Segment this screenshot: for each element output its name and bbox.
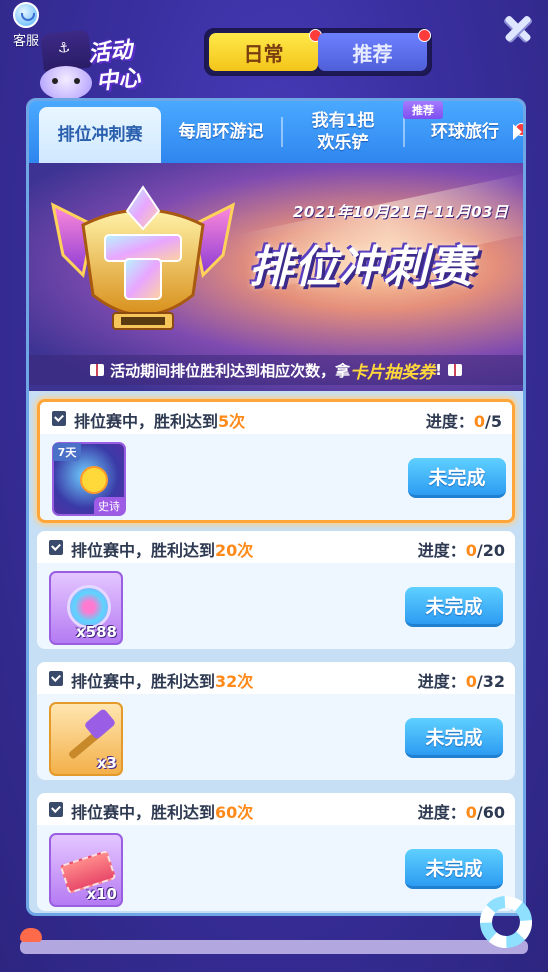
task-progress: 进度：0/32	[417, 672, 505, 691]
swim-ring-icon	[480, 896, 532, 948]
close-icon[interactable]	[498, 8, 538, 48]
duration-badge: 7天	[53, 443, 81, 461]
task-status-button[interactable]: 未完成	[408, 458, 506, 498]
gift-icon	[447, 364, 462, 376]
category-toggle: 日常 推荐	[204, 28, 432, 76]
emoji-avatar-frame-icon[interactable]: 7天 史诗	[52, 442, 126, 516]
logo-text-line2: 中心	[95, 65, 142, 96]
tab-label-line1: 我有1把	[311, 111, 375, 131]
tabs-scroll-arrow-icon[interactable]	[513, 124, 522, 140]
floor-decor	[20, 940, 528, 954]
gift-icon	[90, 364, 105, 376]
tab-weekly-travel[interactable]: 每周环游记	[163, 101, 279, 163]
trophy-icon	[50, 185, 236, 330]
checklist-icon	[49, 540, 63, 555]
task-status-button[interactable]: 未完成	[405, 587, 503, 627]
event-banner: 2021年10月21日-11月03日 排位冲刺赛 活动期间排位胜利达到相应次数，…	[29, 163, 523, 391]
checklist-icon	[52, 411, 66, 426]
crab-icon	[20, 928, 42, 942]
task-status-button[interactable]: 未完成	[405, 849, 503, 889]
toggle-recommend-label: 推荐	[352, 41, 393, 66]
toggle-daily-label: 日常	[243, 41, 284, 66]
task-progress: 进度：0/20	[417, 541, 505, 560]
fire-coin-icon[interactable]: x588	[49, 571, 123, 645]
recommend-badge: 推荐	[403, 101, 443, 119]
task-title: 排位赛中，胜利达到60次	[71, 803, 254, 822]
notice-text: 活动期间排位胜利达到相应次数，拿	[110, 361, 351, 380]
tab-label-line2: 欢乐铲	[317, 133, 369, 153]
task-card: 排位赛中，胜利达到32次 进度：0/32 x3 未完成	[37, 662, 515, 780]
tab-label: 每周环游记	[178, 122, 264, 142]
key-icon[interactable]: x3	[49, 702, 123, 776]
task-status-button[interactable]: 未完成	[405, 718, 503, 758]
task-title: 排位赛中，胜利达到32次	[71, 672, 254, 691]
tab-label: 环球旅行	[431, 122, 499, 142]
activity-tabs: 排位冲刺赛 每周环游记 我有1把 欢乐铲 环球旅行 推荐	[29, 101, 523, 163]
notice-highlight: 卡片抽奖券	[350, 362, 436, 383]
task-card: 排位赛中，胜利达到20次 进度：0/20 x588 未完成	[37, 531, 515, 649]
task-progress: 进度：0/5	[425, 412, 502, 431]
task-progress: 进度：0/60	[417, 803, 505, 822]
tab-happy-shovel[interactable]: 我有1把 欢乐铲	[285, 101, 401, 163]
activity-panel: 排位冲刺赛 每周环游记 我有1把 欢乐铲 环球旅行 推荐 2021年10月21日…	[26, 98, 526, 916]
camera-ticket-icon[interactable]: x10	[49, 833, 123, 907]
event-notice: 活动期间排位胜利达到相应次数，拿 卡片抽奖券 !	[29, 355, 523, 385]
task-card: 排位赛中，胜利达到5次 进度：0/5 7天 史诗 未完成	[37, 399, 515, 523]
toggle-daily[interactable]: 日常	[209, 29, 322, 71]
activity-center-logo: 活动 中心	[32, 14, 142, 100]
event-title: 排位冲刺赛	[249, 242, 474, 293]
checklist-icon	[49, 671, 63, 686]
notice-suffix: !	[435, 361, 442, 379]
task-title: 排位赛中，胜利达到5次	[74, 412, 246, 431]
tab-rank-sprint[interactable]: 排位冲刺赛	[39, 107, 161, 163]
rarity-badge: 史诗	[94, 497, 124, 514]
notification-dot	[418, 29, 431, 42]
task-card: 排位赛中，胜利达到60次 进度：0/60 x10 未完成	[37, 793, 515, 911]
tab-divider	[281, 117, 283, 147]
seal-mascot-icon	[40, 66, 92, 100]
checklist-icon	[49, 802, 63, 817]
task-title: 排位赛中，胜利达到20次	[71, 541, 254, 560]
item-quantity: x10	[86, 885, 117, 903]
emoji-face	[80, 466, 108, 494]
toggle-recommend[interactable]: 推荐	[318, 29, 431, 71]
item-quantity: x3	[96, 754, 117, 772]
tab-label: 排位冲刺赛	[57, 125, 143, 145]
event-date: 2021年10月21日-11月03日	[293, 203, 509, 221]
item-quantity: x588	[76, 623, 117, 641]
